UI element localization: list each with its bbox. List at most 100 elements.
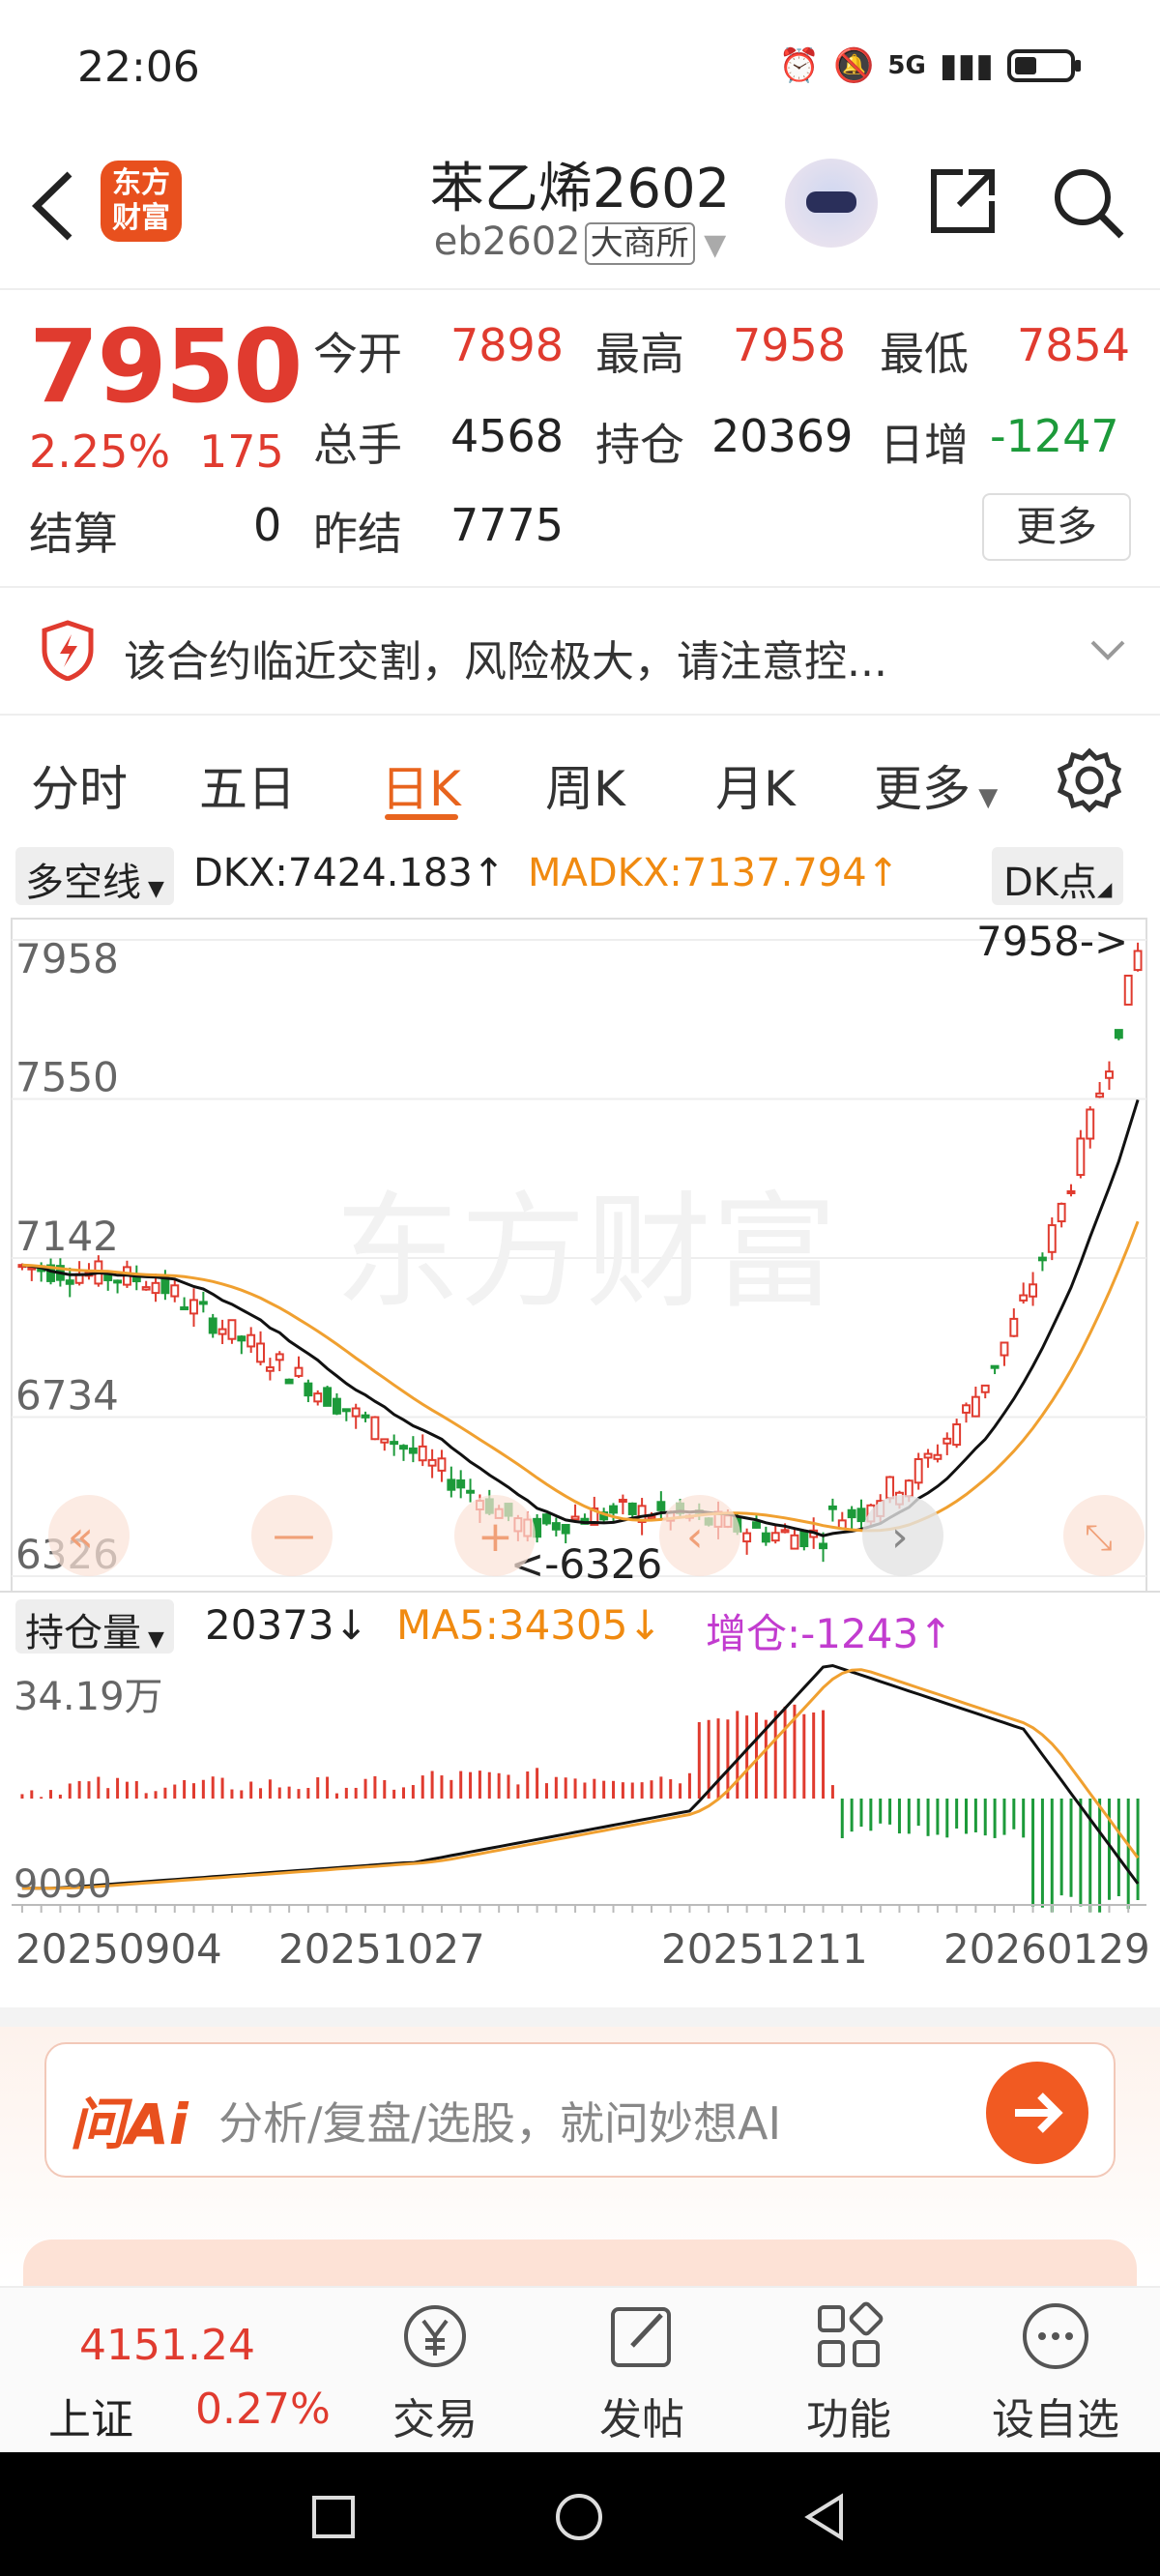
shield-icon [42,620,94,681]
candle-body [151,1281,160,1295]
candle-body [198,1301,208,1305]
candle-body [752,1521,761,1529]
back-nav-icon[interactable] [802,2493,847,2541]
tab-daily-k[interactable]: 日K [381,750,461,820]
svg-text:⤡: ⤡ [1085,1518,1113,1558]
open-label: 今开 [313,328,402,380]
sub-indicator-select[interactable]: 持仓量 ▼ [15,1599,174,1655]
x-tick: 20251027 [278,1925,485,1973]
prev-settle-label: 昨结 [313,508,402,560]
oi-line [21,1663,1140,1890]
candle-body [914,1457,923,1484]
candle-body [284,1378,294,1385]
candle-body [962,1404,971,1414]
nav-add-watchlist[interactable]: 设自选 [978,2385,1133,2446]
candle-body [1019,1294,1029,1302]
oi-ma5-line [21,1668,1140,1890]
candle-body [551,1522,561,1531]
nav-post[interactable]: 发帖 [565,2385,719,2446]
oi-label: 持仓 [595,419,684,471]
nav-function[interactable]: 功能 [771,2385,926,2446]
tab-five-day[interactable]: 五日 [199,750,296,820]
more-quote-button[interactable]: 更多 [982,493,1131,561]
scroll-left-button[interactable]: « [48,1495,130,1576]
more-dots-icon [1023,2303,1088,2369]
oi-ma5-value: MA5:34305↓ [396,1601,662,1649]
nav-trade[interactable]: 交易 [358,2385,512,2446]
candle-body [313,1392,323,1403]
price-tick: 7958 [15,935,119,982]
candle-body [180,1306,189,1311]
sub-y-tick: 34.19万 [14,1675,163,1719]
price-axis-labels: 79587550714267346326 [15,935,119,1578]
candle-body [390,1441,399,1446]
candle-body [1123,974,1133,1006]
candle-body [656,1501,666,1511]
candle-body [1066,1190,1076,1195]
price-tick: 7142 [15,1213,119,1260]
prev-button[interactable]: ‹ [659,1495,740,1576]
candle-body [256,1342,265,1363]
candle-body [456,1478,466,1489]
chevron-down-icon[interactable] [1088,638,1127,663]
candle-body [1133,950,1143,972]
tab-intraday[interactable]: 分时 [31,750,128,820]
candle-body [237,1335,246,1342]
candle-body [1029,1283,1038,1298]
svg-text:+: + [478,1512,513,1562]
risk-text: 该合约临近交割，风险极大，请注意控... [124,637,887,687]
candle-body [827,1505,837,1510]
next-button[interactable]: › [862,1495,943,1576]
tab-monthly-k[interactable]: 月K [715,750,796,820]
low-value: 7854 [1017,319,1131,371]
home-icon[interactable] [555,2493,603,2541]
candle-body [65,1279,74,1285]
index-name[interactable]: 上证 [48,2385,133,2446]
candle-body [561,1524,570,1535]
search-icon[interactable] [1050,164,1127,242]
status-bar: 22:06 ⏰ 🔕 5G ▮▮▮ [0,0,1160,135]
section-gap [0,2007,1160,2027]
candle-body [427,1458,437,1467]
exchange-tag: 大商所 [584,222,695,265]
tab-more[interactable]: 更多 ▼ [874,750,998,820]
prev-settle-value: 7775 [450,499,565,551]
candle-body [923,1452,933,1459]
network-label: 5G [887,51,926,80]
watermark: 东方财富 [334,1182,837,1323]
index-value[interactable]: 4151.24 [79,2321,255,2370]
candle-body [141,1286,151,1291]
last-price: 7950 [29,307,303,425]
tab-weekly-k[interactable]: 周K [545,750,625,820]
settle-label: 结算 [29,508,118,560]
candle-body [542,1513,551,1525]
candle-body [780,1529,790,1534]
candle-body [1076,1137,1086,1177]
assistant-avatar[interactable] [785,159,878,248]
fullscreen-button[interactable]: ⤡ [1063,1495,1145,1576]
share-icon[interactable] [926,164,1000,238]
candle-body [627,1502,637,1515]
oi-inc-value: 增仓:-1243↑ [706,1610,953,1657]
candle-body [361,1414,370,1419]
zoom-out-button[interactable]: — [251,1495,333,1576]
zoom-in-button[interactable]: + [454,1495,536,1576]
kline-chart[interactable]: 东方财富 79587550714267346326 7958-> <-6326 … [0,841,1160,2006]
candle-body [742,1532,752,1543]
candle-body [304,1382,313,1397]
index-pct[interactable]: 0.27% [195,2385,331,2434]
open-value: 7898 [450,319,565,371]
status-time: 22:06 [77,43,200,92]
change-pct: 2.25% [29,425,171,478]
recent-apps-icon[interactable] [311,2495,356,2539]
candle-body [799,1531,809,1548]
settings-gear-icon[interactable] [1056,746,1123,814]
x-axis: 20250904 20251027 20251211 20260129 [12,1904,1150,1973]
candle-body [265,1366,275,1372]
candle-body [437,1457,447,1472]
dropdown-icon: ▼ [141,1627,164,1652]
oi-value: 20369 [711,410,854,462]
candle-body [1009,1317,1019,1337]
arrow-right-icon[interactable] [986,2062,1088,2164]
post-edit-icon [611,2307,671,2367]
